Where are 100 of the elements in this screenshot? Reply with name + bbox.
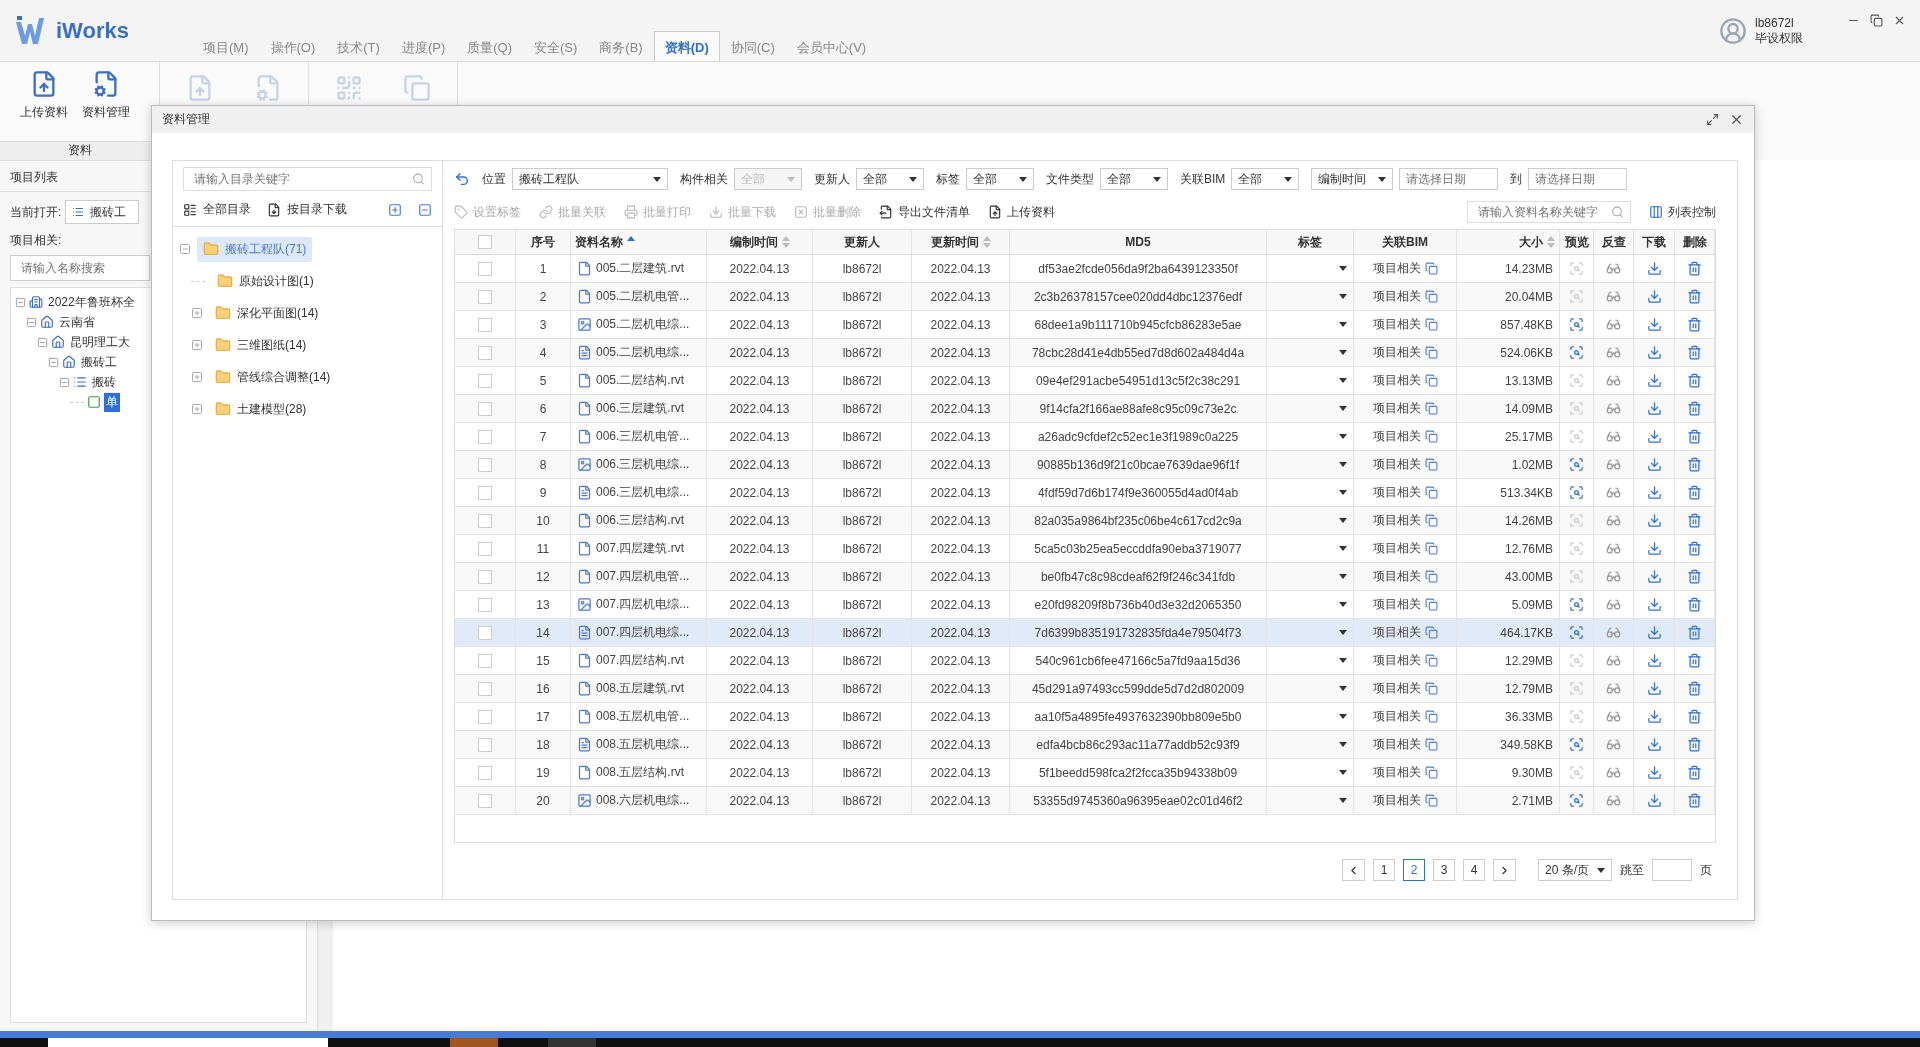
date-type-select[interactable]: 编制时间 (1311, 168, 1394, 190)
folder-item[interactable]: 原始设计图(1) (211, 268, 320, 294)
preview-icon[interactable] (1569, 597, 1584, 612)
caret-icon[interactable] (1339, 322, 1347, 327)
caret-icon[interactable] (1339, 350, 1347, 355)
collapse-icon[interactable] (179, 243, 191, 255)
tree-item[interactable]: 云南省 (57, 312, 97, 332)
folder-item[interactable]: 深化平面图(14) (209, 300, 325, 326)
file-name[interactable]: 007.四层机电综... (596, 624, 690, 641)
checkbox[interactable] (478, 373, 492, 388)
glasses-icon[interactable] (1606, 625, 1621, 640)
file-name[interactable]: 006.三层建筑.rvt (596, 400, 685, 417)
glasses-icon[interactable] (1606, 289, 1621, 304)
glasses-icon[interactable] (1606, 765, 1621, 780)
filter-select[interactable]: 全部 (966, 168, 1034, 190)
download-icon[interactable] (1646, 765, 1662, 780)
page-button[interactable]: 2 (1403, 859, 1425, 881)
expand-icon[interactable] (191, 307, 203, 319)
caret-icon[interactable] (1339, 630, 1347, 635)
collapse-icon[interactable] (26, 316, 37, 328)
collapse-icon[interactable] (37, 336, 48, 348)
checkbox[interactable] (478, 317, 492, 332)
file-name[interactable]: 007.四层结构.rvt (596, 652, 685, 669)
checkbox[interactable] (478, 709, 492, 724)
delete-icon[interactable] (1687, 485, 1702, 500)
preview-icon[interactable] (1569, 737, 1584, 752)
caret-icon[interactable] (1339, 434, 1347, 439)
download-icon[interactable] (1646, 681, 1662, 696)
close-icon[interactable] (1893, 14, 1906, 27)
glasses-icon[interactable] (1606, 373, 1621, 388)
table-row[interactable]: 12 007.四层机电管... 2022.04.13 lb8672l 2022.04.13 be0fb47c8c98cdeaf62f9f246c341fdb 项目相关 43.00MB (455, 563, 1715, 591)
checkbox[interactable] (478, 765, 492, 780)
file-name[interactable]: 007.四层建筑.rvt (596, 540, 685, 557)
link-model-icon[interactable] (1424, 486, 1438, 499)
maximize-icon[interactable] (1706, 113, 1719, 126)
link-model-icon[interactable] (1424, 794, 1438, 807)
link-model-icon[interactable] (1424, 542, 1438, 555)
download-icon[interactable] (1646, 513, 1662, 528)
list-control-button[interactable]: 列表控制 (1649, 203, 1716, 221)
tree-item[interactable]: 2022年鲁班杯全 (46, 292, 137, 312)
collapse-all-icon[interactable] (418, 202, 432, 217)
caret-icon[interactable] (1339, 574, 1347, 579)
checkbox[interactable] (478, 569, 492, 584)
download-icon[interactable] (1646, 541, 1662, 556)
caret-icon[interactable] (1339, 714, 1347, 719)
file-name[interactable]: 008.五层结构.rvt (596, 764, 685, 781)
link-model-icon[interactable] (1424, 598, 1438, 611)
delete-icon[interactable] (1687, 793, 1702, 808)
search-field[interactable]: 请输入名称搜索 (10, 255, 150, 281)
delete-icon[interactable] (1687, 513, 1702, 528)
folder-item[interactable]: 土建模型(28) (209, 396, 313, 422)
caret-icon[interactable] (1339, 462, 1347, 467)
file-name[interactable]: 006.三层机电管... (596, 428, 690, 445)
filter-select[interactable]: 全部 (1231, 168, 1300, 190)
link-model-icon[interactable] (1424, 738, 1438, 751)
link-model-icon[interactable] (1424, 458, 1438, 471)
glasses-icon[interactable] (1606, 401, 1621, 416)
link-model-icon[interactable] (1424, 262, 1438, 275)
table-row[interactable]: 15 007.四层结构.rvt 2022.04.13 lb8672l 2022.04.13 540c961cb6fee47166c5a7fd9aa15d36 项目相关 12.29MB (455, 647, 1715, 675)
download-icon[interactable] (1646, 289, 1662, 304)
link-model-icon[interactable] (1424, 626, 1438, 639)
glasses-icon[interactable] (1606, 457, 1621, 472)
delete-icon[interactable] (1687, 345, 1702, 360)
tree-item[interactable]: 搬砖工 (79, 352, 119, 372)
delete-icon[interactable] (1687, 597, 1702, 612)
file-name[interactable]: 005.二层机电综... (596, 316, 690, 333)
glasses-icon[interactable] (1606, 317, 1621, 332)
page-input[interactable] (1652, 859, 1692, 881)
delete-icon[interactable] (1687, 765, 1702, 780)
delete-icon[interactable] (1687, 653, 1702, 668)
link-model-icon[interactable] (1424, 654, 1438, 667)
delete-icon[interactable] (1687, 289, 1702, 304)
download-icon[interactable] (1646, 429, 1662, 444)
caret-icon[interactable] (1339, 798, 1347, 803)
caret-icon[interactable] (1339, 266, 1347, 271)
download-directory-button[interactable]: 按目录下载 (267, 201, 347, 218)
caret-icon[interactable] (1339, 658, 1347, 663)
file-name[interactable]: 008.五层机电综... (596, 736, 690, 753)
delete-icon[interactable] (1687, 625, 1702, 640)
download-icon[interactable] (1646, 485, 1662, 500)
page-button[interactable]: 1 (1373, 859, 1395, 881)
tree-item[interactable]: 单 (104, 392, 120, 412)
delete-icon[interactable] (1687, 317, 1702, 332)
table-row[interactable]: 11 007.四层建筑.rvt 2022.04.13 lb8672l 2022.04.13 5ca5c03b25ea5eccddfa90eba3719077 项目相关 12.76MB (455, 535, 1715, 563)
delete-icon[interactable] (1687, 261, 1702, 276)
checkbox[interactable] (478, 737, 492, 752)
table-row[interactable]: 10 006.三层结构.rvt 2022.04.13 lb8672l 2022.04.13 82a035a9864bf235c06be4c617cd2c9a 项目相关 14.26MB (455, 507, 1715, 535)
table-row[interactable]: 20 008.六层机电综... 2022.04.13 lb8672l 2022.04.13 53355d9745360a96395eae02c01d46f2 项目相关 2.71MB (455, 787, 1715, 815)
table-row[interactable]: 9 006.三层机电综... 2022.04.13 lb8672l 2022.04.13 4fdf59d7d6b174f9e360055d4ad0f4ab 项目相关 513.34KB (455, 479, 1715, 507)
glasses-icon[interactable] (1606, 485, 1621, 500)
table-row[interactable]: 8 006.三层机电综... 2022.04.13 lb8672l 2022.04.13 90885b136d9f21c0bcae7639dae96f1f 项目相关 1.02MB (455, 451, 1715, 479)
caret-icon[interactable] (1339, 490, 1347, 495)
sort-icon[interactable] (627, 236, 635, 248)
delete-icon[interactable] (1687, 457, 1702, 472)
page-button[interactable]: 4 (1463, 859, 1485, 881)
table-row[interactable]: 2 005.二层机电管... 2022.04.13 lb8672l 2022.04.13 2c3b26378157cee020dd4dbc12376edf 项目相关 20.04MB (455, 283, 1715, 311)
caret-icon[interactable] (1339, 686, 1347, 691)
glasses-icon[interactable] (1606, 345, 1621, 360)
table-row[interactable]: 1 005.二层建筑.rvt 2022.04.13 lb8672l 2022.04.13 df53ae2fcde056da9f2ba6439123350f 项目相关 14.23MB (455, 255, 1715, 283)
download-icon[interactable] (1646, 401, 1662, 416)
